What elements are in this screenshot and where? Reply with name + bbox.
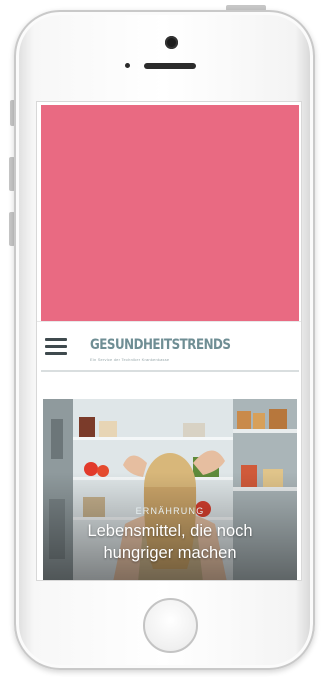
- earpiece-speaker: [144, 63, 196, 69]
- site-tagline: Ein Service der Techniker Krankenkasse: [90, 357, 170, 362]
- article-category[interactable]: ERNÄHRUNG: [43, 506, 297, 516]
- hamburger-line: [45, 352, 67, 355]
- proximity-sensor: [125, 63, 130, 68]
- hamburger-line: [45, 345, 67, 348]
- phone-screen: GESUNDHEITSTRENDS Ein Service der Techni…: [36, 101, 302, 581]
- header-divider: [41, 370, 299, 372]
- front-camera-icon: [165, 36, 178, 49]
- article-title[interactable]: Lebensmittel, die noch hungriger machen: [51, 520, 289, 564]
- device-mockup: GESUNDHEITSTRENDS Ein Service der Techni…: [0, 0, 329, 677]
- site-logo[interactable]: GESUNDHEITSTRENDS: [90, 337, 231, 353]
- ad-banner[interactable]: [41, 105, 299, 321]
- article-card[interactable]: ERNÄHRUNG Lebensmittel, die noch hungrig…: [43, 399, 297, 580]
- hamburger-line: [45, 338, 67, 341]
- site-header: GESUNDHEITSTRENDS Ein Service der Techni…: [37, 321, 301, 373]
- home-button: [143, 598, 198, 653]
- hamburger-menu-icon[interactable]: [45, 338, 67, 356]
